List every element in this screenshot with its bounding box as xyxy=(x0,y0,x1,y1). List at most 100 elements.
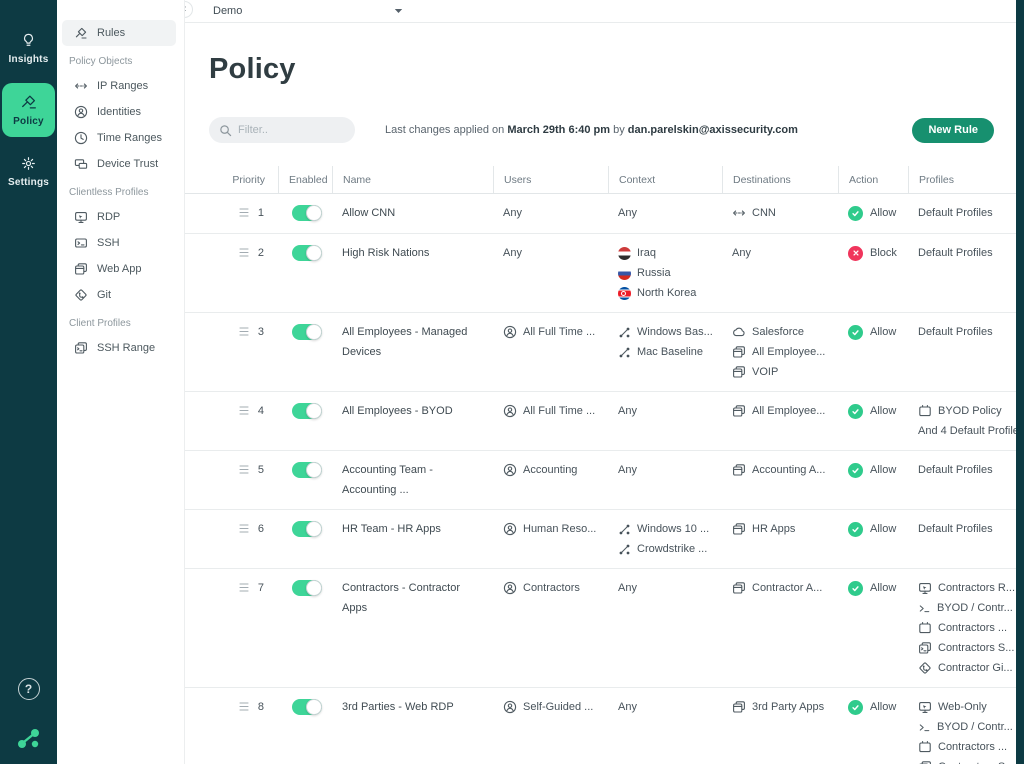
enabled-toggle[interactable] xyxy=(292,205,322,221)
drag-handle-icon[interactable] xyxy=(239,521,249,533)
drag-handle-icon[interactable] xyxy=(239,324,249,336)
cell-item-label: Default Profiles xyxy=(918,523,993,535)
nav-item-label: Device Trust xyxy=(97,158,159,170)
enabled-toggle[interactable] xyxy=(292,403,322,419)
cell-item-label: Accounting A... xyxy=(752,464,826,476)
rule-name: Allow CNN xyxy=(342,207,396,219)
cell-item: Any xyxy=(732,243,832,263)
page-title: Policy xyxy=(209,53,296,85)
table-row[interactable]: 7 Contractors - Contractor Apps Contract… xyxy=(185,569,1016,688)
nav-item-ssh-range[interactable]: SSH Range xyxy=(62,335,176,361)
web-app-icon xyxy=(732,581,746,595)
table-row[interactable]: 5 Accounting Team - Accounting ... Accou… xyxy=(185,451,1016,510)
policy-profile-icon xyxy=(918,404,932,418)
chevron-down-icon[interactable] xyxy=(394,8,403,14)
git-icon xyxy=(74,288,88,302)
action-badge: Block xyxy=(848,243,902,263)
cell-item: BYOD / Contr... xyxy=(918,717,1014,737)
nav-item-label: Identities xyxy=(97,106,142,118)
cell-item: Windows Bas... xyxy=(618,322,716,342)
drag-handle-icon[interactable] xyxy=(239,462,249,474)
table-row[interactable]: 2 High Risk Nations Any Iraq Russia North … xyxy=(185,234,1016,313)
table-row[interactable]: 4 All Employees - BYOD All Full Time ...… xyxy=(185,392,1016,451)
nav-item-identities[interactable]: Identities xyxy=(62,99,176,125)
action-badge: Allow xyxy=(848,460,902,480)
top-bar: ‹ Demo xyxy=(176,0,1016,23)
sidebar-item-insights[interactable]: Insights xyxy=(2,22,55,75)
nav-item-git[interactable]: Git xyxy=(62,282,176,308)
action-label: Allow xyxy=(870,207,897,219)
nav-item-web-app[interactable]: Web App xyxy=(62,256,176,282)
nav-item-ssh[interactable]: SSH xyxy=(62,230,176,256)
ssh-range-icon xyxy=(918,641,932,655)
nav-item-rdp[interactable]: RDP xyxy=(62,204,176,230)
cell-item: Contractor A... xyxy=(732,578,832,598)
nav-item-device-trust[interactable]: Device Trust xyxy=(62,151,176,177)
filter-box xyxy=(209,117,355,143)
cell-item: All Full Time ... xyxy=(503,322,602,342)
ip-ranges-icon xyxy=(74,79,88,93)
cell-item: Any xyxy=(618,401,716,421)
cell-item: VOIP xyxy=(732,362,832,382)
table-row[interactable]: 3 All Employees - Managed Devices All Fu… xyxy=(185,313,1016,392)
toolbar: Last changes applied on March 29th 6:40 … xyxy=(185,116,1016,144)
cell-item: Default Profiles xyxy=(918,322,1010,342)
nav-item-ip-ranges[interactable]: IP Ranges xyxy=(62,73,176,99)
nav-item-time-ranges[interactable]: Time Ranges xyxy=(62,125,176,151)
cell-item-label: Crowdstrike ... xyxy=(637,543,708,555)
sidebar-item-settings[interactable]: Settings xyxy=(2,145,55,198)
column-header-users: Users xyxy=(493,166,608,193)
cell-item-label: Any xyxy=(618,582,637,594)
allow-check-icon xyxy=(848,205,863,221)
table-row[interactable]: 1 Allow CNN Any Any CNN Allow Default Pr… xyxy=(185,194,1016,234)
sidebar-item-policy[interactable]: Policy xyxy=(2,83,55,137)
posture-icon xyxy=(618,543,631,556)
web-app-icon xyxy=(732,404,746,418)
nav-item-label: RDP xyxy=(97,211,121,223)
enabled-toggle[interactable] xyxy=(292,580,322,596)
priority-number: 6 xyxy=(257,523,264,535)
cell-item-label: Contractor Gi... xyxy=(938,662,1013,674)
cell-item: Accounting xyxy=(503,460,602,480)
identities-icon xyxy=(503,700,517,714)
nav-section-label: Client Profiles xyxy=(69,318,131,329)
enabled-toggle[interactable] xyxy=(292,324,322,340)
web-app-icon xyxy=(732,365,746,379)
table-row[interactable]: 6 HR Team - HR Apps Human Reso... Window… xyxy=(185,510,1016,569)
enabled-toggle[interactable] xyxy=(292,462,322,478)
allow-check-icon xyxy=(848,521,863,537)
enabled-toggle[interactable] xyxy=(292,245,322,261)
drag-handle-icon[interactable] xyxy=(239,205,249,217)
column-header-profiles: Profiles xyxy=(908,166,1016,193)
rule-name: All Employees - Managed Devices xyxy=(342,326,468,358)
action-label: Block xyxy=(870,247,897,259)
drag-handle-icon[interactable] xyxy=(239,245,249,257)
ssh-range-icon xyxy=(918,760,932,764)
flag-iraq-icon xyxy=(618,246,631,260)
enabled-toggle[interactable] xyxy=(292,699,322,715)
cell-item: CNN xyxy=(732,203,832,223)
enabled-toggle[interactable] xyxy=(292,521,322,537)
cell-item: Russia xyxy=(618,263,716,283)
nav-item-rules[interactable]: Rules xyxy=(62,20,176,46)
rdp-icon xyxy=(918,700,932,714)
table-row[interactable]: 8 3rd Parties - Web RDP Self-Guided ... … xyxy=(185,688,1016,764)
drag-handle-icon[interactable] xyxy=(239,580,249,592)
cell-item-label: BYOD / Contr... xyxy=(937,602,1013,614)
drag-handle-icon[interactable] xyxy=(239,403,249,415)
drag-handle-icon[interactable] xyxy=(239,699,249,711)
brand-logo-icon xyxy=(16,726,42,750)
cell-item-label: Windows 10 ... xyxy=(637,523,710,535)
cell-item: Self-Guided ... xyxy=(503,697,602,717)
cell-item: Crowdstrike ... xyxy=(618,539,716,559)
device-trust-icon xyxy=(74,157,88,171)
identities-icon xyxy=(503,325,517,339)
help-icon[interactable]: ? xyxy=(17,678,40,700)
environment-name[interactable]: Demo xyxy=(213,5,242,17)
cell-item: Any xyxy=(618,697,716,717)
new-rule-button[interactable]: New Rule xyxy=(912,117,994,143)
filter-input[interactable] xyxy=(238,124,345,136)
cell-item-label: Accounting xyxy=(523,464,578,476)
rule-name: HR Team - HR Apps xyxy=(342,523,441,535)
last-changes-user: dan.parelskin@axissecurity.com xyxy=(627,124,798,136)
